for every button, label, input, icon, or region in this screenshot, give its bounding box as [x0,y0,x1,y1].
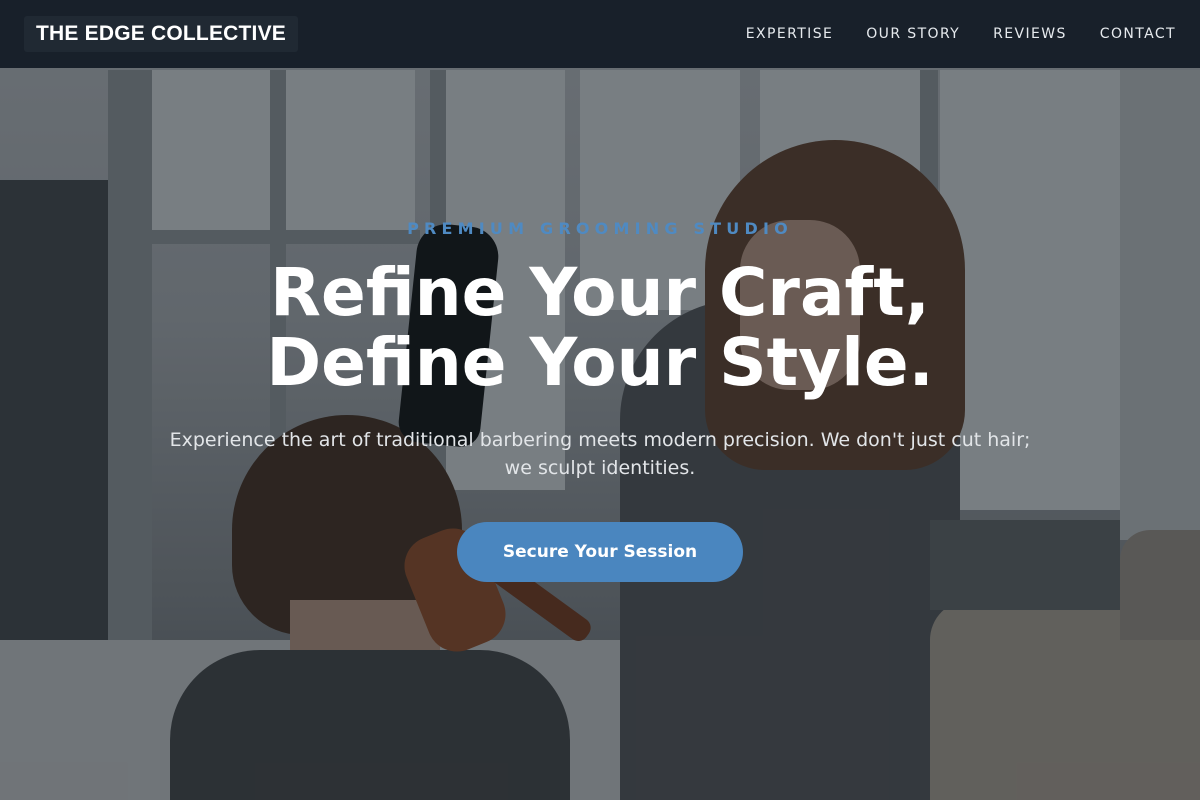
brand-logo[interactable]: THE EDGE COLLECTIVE [24,16,298,52]
nav-link-contact[interactable]: CONTACT [1100,26,1176,42]
primary-nav: EXPERTISE OUR STORY REVIEWS CONTACT [746,26,1176,42]
hero-headline-line-1: Refine Your Craft, [270,254,930,331]
hero-section: PREMIUM GROOMING STUDIO Refine Your Craf… [0,0,1200,800]
secure-session-button[interactable]: Secure Your Session [457,522,743,582]
hero-subtext: Experience the art of traditional barber… [169,429,1031,479]
hero-headline-line-2: Define Your Style. [266,324,934,401]
nav-link-expertise[interactable]: EXPERTISE [746,26,833,42]
nav-link-our-story[interactable]: OUR STORY [866,26,960,42]
hero-eyebrow: PREMIUM GROOMING STUDIO [407,219,793,238]
hero-headline: Refine Your Craft, Define Your Style. [0,258,1200,398]
nav-link-reviews[interactable]: REVIEWS [993,26,1067,42]
site-navbar: THE EDGE COLLECTIVE EXPERTISE OUR STORY … [0,0,1200,68]
